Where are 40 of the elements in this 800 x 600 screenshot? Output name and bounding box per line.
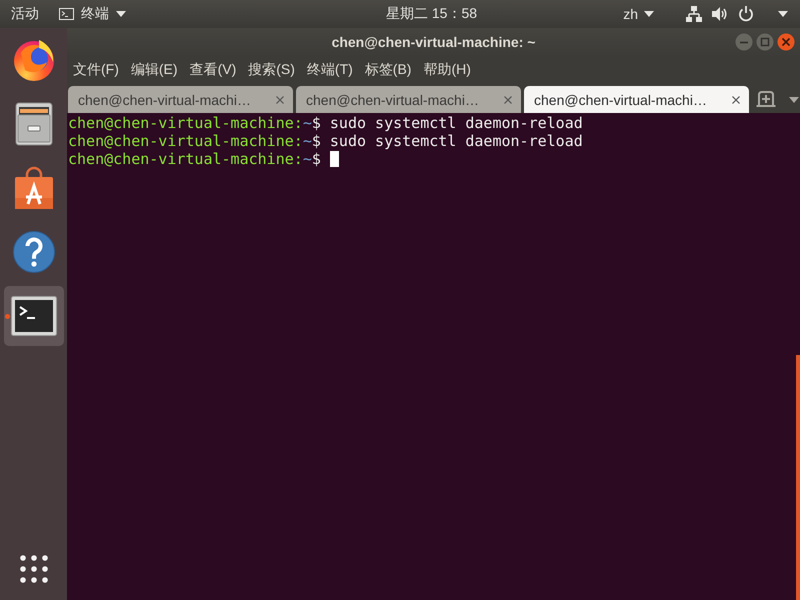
- command-text: sudo systemctl daemon-reload: [330, 132, 583, 150]
- activities-button[interactable]: 活动: [11, 5, 39, 23]
- terminal-icon: [59, 8, 74, 20]
- menu-item[interactable]: 帮助(H): [423, 61, 471, 79]
- power-icon: [738, 6, 754, 22]
- menu-item[interactable]: 标签(B): [364, 61, 412, 79]
- caret-icon: [789, 97, 799, 103]
- scrollbar-thumb[interactable]: [796, 355, 800, 600]
- clock-button[interactable]: 星期二 15：58: [386, 5, 478, 23]
- close-icon[interactable]: [777, 33, 795, 51]
- system-menu-button[interactable]: [686, 6, 788, 22]
- close-icon[interactable]: [276, 96, 284, 104]
- volume-icon: [712, 6, 728, 22]
- terminal-tab[interactable]: chen@chen-virtual-machi…: [68, 86, 293, 113]
- network-icon: [686, 6, 702, 22]
- app-grid-icon[interactable]: [20, 555, 48, 583]
- input-method-button[interactable]: zh: [623, 6, 654, 22]
- new-tab-icon[interactable]: [756, 91, 776, 107]
- close-icon[interactable]: [504, 96, 512, 104]
- menu-item[interactable]: 编辑(E): [130, 61, 178, 79]
- caret-icon: [644, 11, 654, 17]
- terminal-icon: [10, 296, 56, 336]
- menu-item[interactable]: 文件(F): [73, 61, 119, 79]
- caret-icon: [116, 11, 126, 17]
- menu-item[interactable]: 搜索(S): [248, 61, 295, 79]
- app-menu-button[interactable]: 终端: [59, 5, 126, 23]
- prompt-text: chen@chen-virtual-machine:~$: [68, 150, 321, 168]
- dock-item[interactable]: [4, 286, 64, 346]
- terminal-tab[interactable]: chen@chen-virtual-machi…: [296, 86, 521, 113]
- prompt-text: chen@chen-virtual-machine:~$: [68, 132, 321, 150]
- question-mark-icon: [12, 230, 56, 274]
- command-text: sudo systemctl daemon-reload: [330, 114, 583, 132]
- window-title: chen@chen-virtual-machine: ~: [332, 34, 536, 50]
- terminal-tab[interactable]: chen@chen-virtual-machi…: [524, 86, 749, 113]
- close-icon[interactable]: [732, 96, 740, 104]
- menu-item[interactable]: 终端(T): [306, 61, 353, 79]
- caret-icon: [778, 11, 788, 17]
- menu-item[interactable]: 查看(V): [190, 61, 236, 79]
- prompt-text: chen@chen-virtual-machine:~$: [68, 114, 321, 132]
- fox-globe-icon: [12, 38, 56, 82]
